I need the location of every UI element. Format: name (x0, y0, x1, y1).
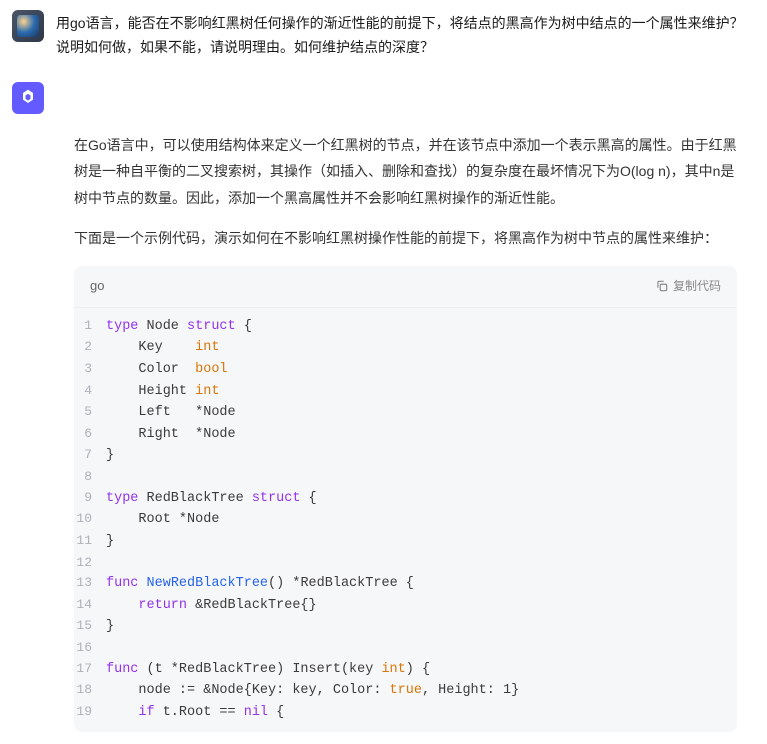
code-line: 13func NewRedBlackTree() *RedBlackTree { (74, 573, 737, 595)
copy-code-button[interactable]: 复制代码 (655, 277, 721, 296)
line-content: type RedBlackTree struct { (106, 488, 737, 510)
code-line: 5 Left *Node (74, 402, 737, 424)
line-number: 4 (74, 381, 106, 403)
line-content: Left *Node (106, 402, 737, 424)
code-line: 1type Node struct { (74, 316, 737, 338)
line-number: 5 (74, 402, 106, 424)
line-number: 11 (74, 531, 106, 553)
line-number: 9 (74, 488, 106, 510)
line-number: 19 (74, 702, 106, 724)
ai-paragraph-2: 下面是一个示例代码，演示如何在不影响红黑树操作性能的前提下，将黑高作为树中节点的… (74, 225, 737, 252)
line-number: 10 (74, 509, 106, 531)
line-content: type Node struct { (106, 316, 737, 338)
user-avatar (12, 10, 44, 42)
line-number: 18 (74, 680, 106, 702)
code-line: 17func (t *RedBlackTree) Insert(key int)… (74, 659, 737, 681)
line-number: 16 (74, 638, 106, 659)
line-number: 13 (74, 573, 106, 595)
ai-avatar (12, 82, 44, 114)
code-line: 14 return &RedBlackTree{} (74, 595, 737, 617)
code-line: 12 (74, 553, 737, 574)
line-content: if t.Root == nil { (106, 702, 737, 724)
user-message-text: 用go语言，能否在不影响红黑树任何操作的渐近性能的前提下，将结点的黑高作为树中结… (56, 10, 755, 60)
code-line: 10 Root *Node (74, 509, 737, 531)
code-line: 9type RedBlackTree struct { (74, 488, 737, 510)
line-content: return &RedBlackTree{} (106, 595, 737, 617)
line-content: Height int (106, 381, 737, 403)
line-number: 17 (74, 659, 106, 681)
ai-message-content: 在Go语言中，可以使用结构体来定义一个红黑树的节点，并在该节点中添加一个表示黑高… (56, 118, 755, 732)
line-number: 1 (74, 316, 106, 338)
ai-logo-icon (18, 88, 38, 108)
line-content: Color bool (106, 359, 737, 381)
line-number: 8 (74, 467, 106, 488)
code-line: 3 Color bool (74, 359, 737, 381)
line-number: 7 (74, 445, 106, 467)
code-line: 19 if t.Root == nil { (74, 702, 737, 724)
code-line: 18 node := &Node{Key: key, Color: true, … (74, 680, 737, 702)
code-line: 16 (74, 638, 737, 659)
code-body[interactable]: 1type Node struct {2 Key int3 Color bool… (74, 308, 737, 732)
line-number: 2 (74, 337, 106, 359)
line-number: 3 (74, 359, 106, 381)
line-content (106, 638, 737, 659)
line-number: 12 (74, 553, 106, 574)
line-content: func (t *RedBlackTree) Insert(key int) { (106, 659, 737, 681)
code-line: 11} (74, 531, 737, 553)
user-avatar-image (17, 15, 39, 37)
line-content: Root *Node (106, 509, 737, 531)
line-content (106, 553, 737, 574)
code-line: 4 Height int (74, 381, 737, 403)
code-line: 6 Right *Node (74, 424, 737, 446)
line-content: func NewRedBlackTree() *RedBlackTree { (106, 573, 737, 595)
line-number: 6 (74, 424, 106, 446)
code-line: 2 Key int (74, 337, 737, 359)
ai-paragraph-1: 在Go语言中，可以使用结构体来定义一个红黑树的节点，并在该节点中添加一个表示黑高… (74, 132, 737, 212)
code-header: go 复制代码 (74, 266, 737, 308)
code-block: go 复制代码 1type Node struct {2 Key int3 Co… (74, 266, 737, 732)
line-content: } (106, 616, 737, 638)
line-number: 15 (74, 616, 106, 638)
line-content: Right *Node (106, 424, 737, 446)
line-content: } (106, 445, 737, 467)
code-line: 8 (74, 467, 737, 488)
code-line: 7} (74, 445, 737, 467)
line-number: 14 (74, 595, 106, 617)
copy-icon (655, 279, 669, 293)
line-content: node := &Node{Key: key, Color: true, Hei… (106, 680, 737, 702)
ai-message-section: 在Go语言中，可以使用结构体来定义一个红黑树的节点，并在该节点中添加一个表示黑高… (0, 70, 767, 744)
line-content: } (106, 531, 737, 553)
ai-avatar-wrap (12, 82, 755, 114)
copy-code-label: 复制代码 (673, 277, 721, 296)
code-language-label: go (90, 276, 104, 297)
code-line: 15} (74, 616, 737, 638)
line-content (106, 467, 737, 488)
line-content: Key int (106, 337, 737, 359)
user-message-row: 用go语言，能否在不影响红黑树任何操作的渐近性能的前提下，将结点的黑高作为树中结… (0, 0, 767, 70)
